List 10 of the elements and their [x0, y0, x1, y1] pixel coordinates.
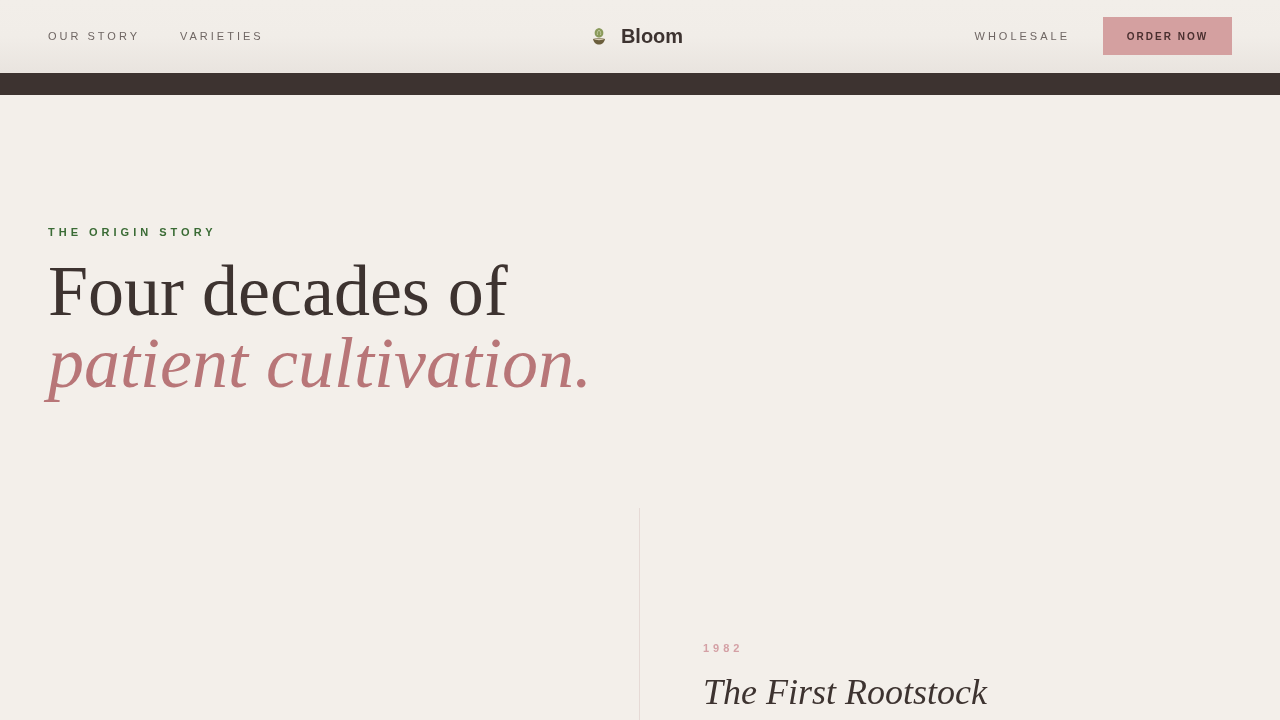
nav-link[interactable]: OUR STORY	[48, 30, 140, 42]
logo-link[interactable]: Bloom	[591, 24, 689, 48]
timeline-year: 1982	[703, 642, 744, 655]
nav-link[interactable]: VARIETIES	[180, 30, 264, 42]
nav-link[interactable]: WHOLESALE	[974, 30, 1070, 42]
potted-bud-icon	[591, 27, 606, 45]
timeline-title: The First Rootstock	[703, 671, 987, 714]
hero-heading: Four decades of	[48, 255, 508, 327]
section-eyebrow: THE ORIGIN STORY	[48, 226, 217, 239]
order-button[interactable]: ORDER NOW	[1103, 17, 1232, 55]
